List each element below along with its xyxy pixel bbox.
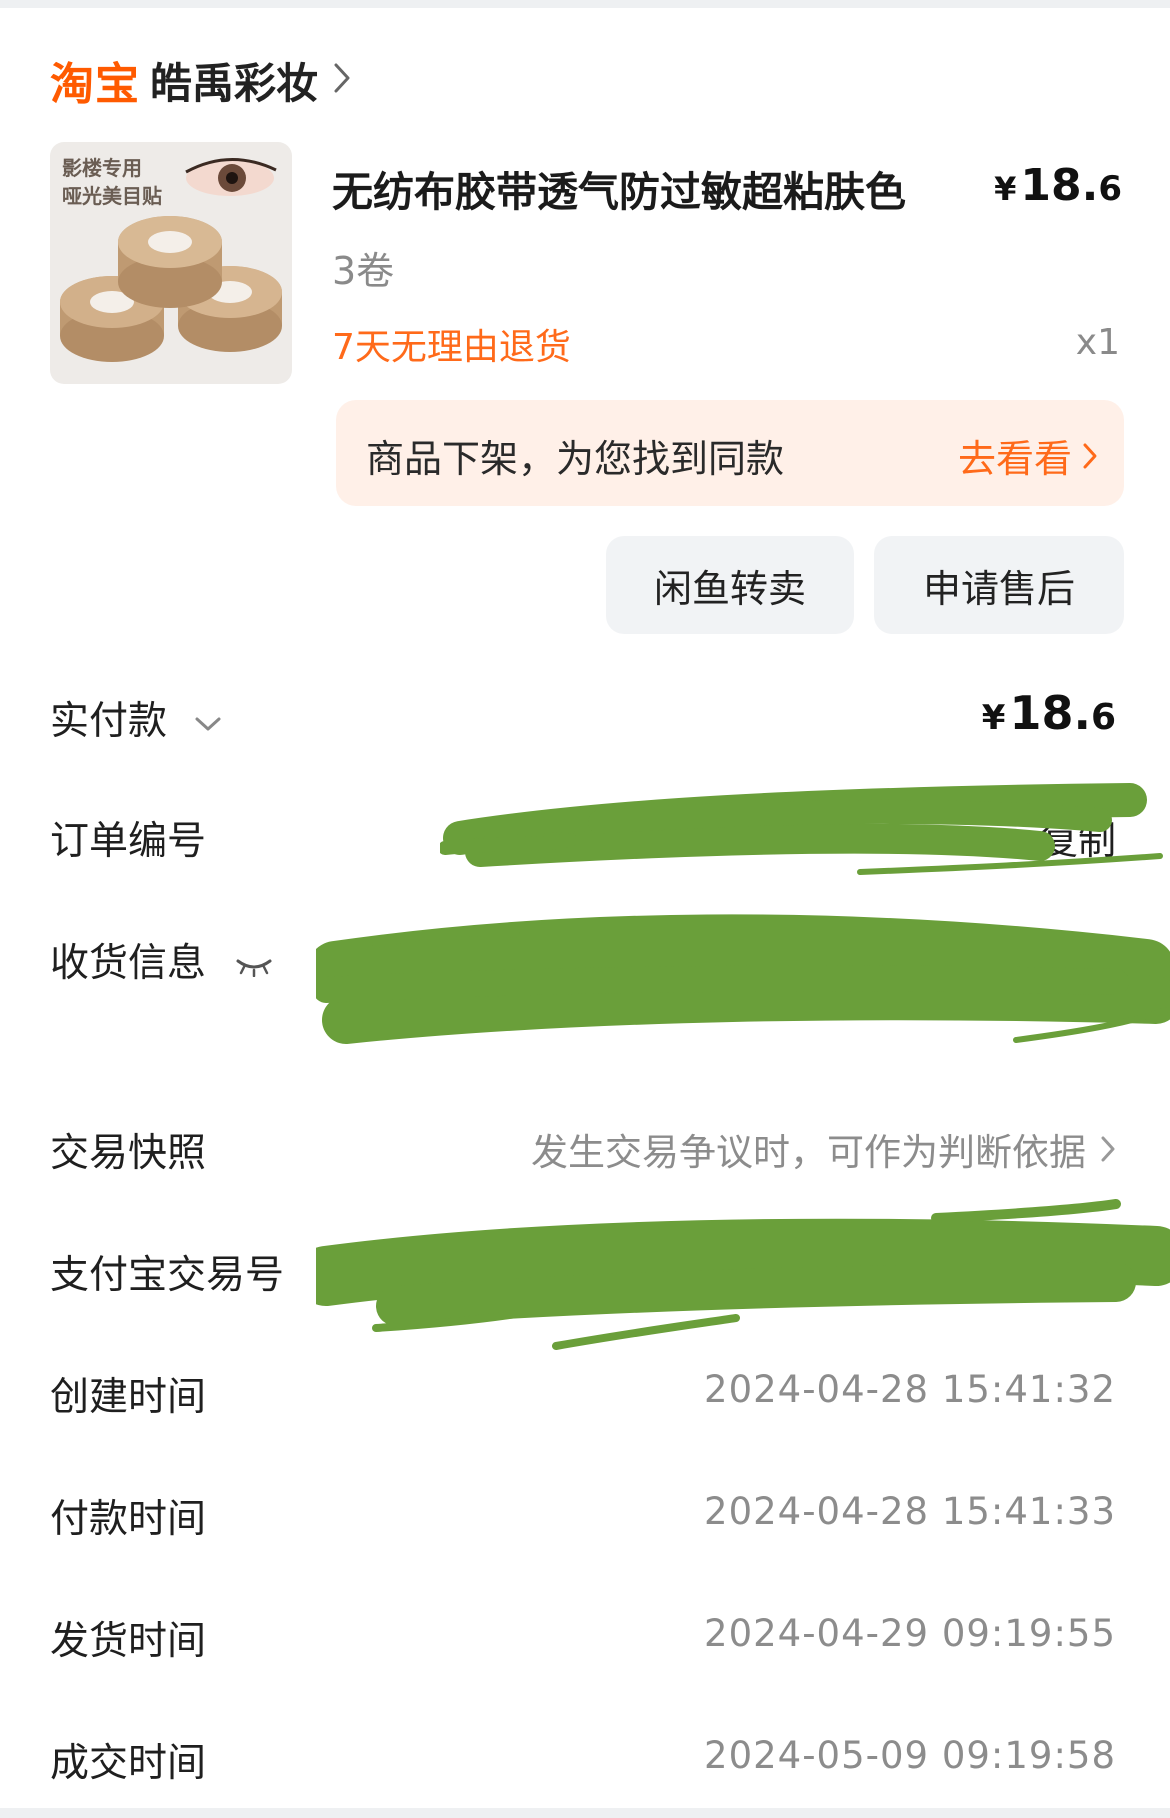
aftersale-button[interactable]: 申请售后 xyxy=(874,536,1124,634)
redaction-scribble xyxy=(440,783,1163,875)
taobao-logo: 淘宝 xyxy=(50,59,140,110)
product-thumbnail[interactable]: 影楼专用 哑光美目贴 xyxy=(50,142,292,384)
trade-snapshot-hint: 发生交易争议时，可作为判断依据 xyxy=(531,1131,1086,1174)
alipay-trade-number-label: 支付宝交易号 xyxy=(50,1253,285,1298)
top-divider xyxy=(0,0,1170,8)
payment-time-value: 2024-04-28 15:41:33 xyxy=(704,1490,1116,1533)
product-price: ¥18.6 xyxy=(994,160,1122,211)
payment-time-label: 付款时间 xyxy=(50,1497,207,1542)
currency-symbol: ¥ xyxy=(981,698,1006,738)
payment-time-row: 付款时间 2024-04-28 15:41:33 xyxy=(50,1488,1116,1548)
paid-decimal: 6 xyxy=(1090,697,1116,738)
order-number-label: 订单编号 xyxy=(50,819,207,864)
created-time-label: 创建时间 xyxy=(50,1375,207,1420)
ship-time-label: 发货时间 xyxy=(50,1619,207,1664)
shipping-info-label-text: 收货信息 xyxy=(50,941,207,986)
redaction-scribble xyxy=(316,1199,1170,1350)
product-quantity: x1 xyxy=(1075,322,1120,363)
view-similar-label: 去看看 xyxy=(957,437,1072,481)
bottom-divider xyxy=(0,1808,1170,1818)
ship-time-value: 2024-04-29 09:19:55 xyxy=(704,1612,1116,1655)
view-similar-link[interactable]: 去看看 xyxy=(958,428,1098,483)
paid-amount-value: ¥18.6 xyxy=(982,686,1116,740)
product-title[interactable]: 无纺布胶带透气防过敏超粘肤色 xyxy=(332,158,906,218)
price-integer: 18. xyxy=(1020,160,1099,211)
trade-snapshot-link[interactable]: 发生交易争议时，可作为判断依据 xyxy=(531,1122,1116,1176)
product-spec: 3卷 xyxy=(332,249,395,293)
paid-amount-label-text: 实付款 xyxy=(50,699,168,744)
shop-name[interactable]: 皓禹彩妆 xyxy=(150,50,318,111)
paid-integer: 18. xyxy=(1009,686,1091,740)
created-time-value: 2024-04-28 15:41:32 xyxy=(704,1368,1116,1411)
chevron-down-icon xyxy=(195,717,221,730)
banner-text: 商品下架，为您找到同款 xyxy=(366,437,785,481)
chevron-right-icon xyxy=(1101,1136,1115,1162)
similar-item-banner[interactable]: 商品下架，为您找到同款 去看看 xyxy=(336,400,1124,506)
chevron-right-icon xyxy=(332,61,352,99)
shop-header[interactable]: 淘宝 皓禹彩妆 xyxy=(50,50,352,110)
price-decimal: 6 xyxy=(1098,169,1122,209)
trade-snapshot-row[interactable]: 交易快照 发生交易争议时，可作为判断依据 xyxy=(50,1122,1116,1182)
eye-closed-icon[interactable] xyxy=(234,955,274,977)
paid-amount-label[interactable]: 实付款 xyxy=(50,690,223,746)
deal-time-label: 成交时间 xyxy=(50,1741,207,1786)
resell-button[interactable]: 闲鱼转卖 xyxy=(606,536,854,634)
deal-time-value: 2024-05-09 09:19:58 xyxy=(704,1734,1116,1777)
ship-time-row: 发货时间 2024-04-29 09:19:55 xyxy=(50,1610,1116,1670)
chevron-right-icon xyxy=(1083,443,1097,468)
return-policy-tag: 7天无理由退货 xyxy=(332,327,571,368)
tape-rolls-image xyxy=(60,158,282,362)
paid-amount-row[interactable]: 实付款 ¥18.6 xyxy=(50,686,1116,750)
deal-time-row: 成交时间 2024-05-09 09:19:58 xyxy=(50,1732,1116,1792)
created-time-row: 创建时间 2024-04-28 15:41:32 xyxy=(50,1366,1116,1426)
shipping-info-label: 收货信息 xyxy=(50,932,274,988)
currency-symbol: ¥ xyxy=(994,170,1017,208)
redaction-scribble xyxy=(316,914,1170,1044)
trade-snapshot-label: 交易快照 xyxy=(50,1131,207,1176)
